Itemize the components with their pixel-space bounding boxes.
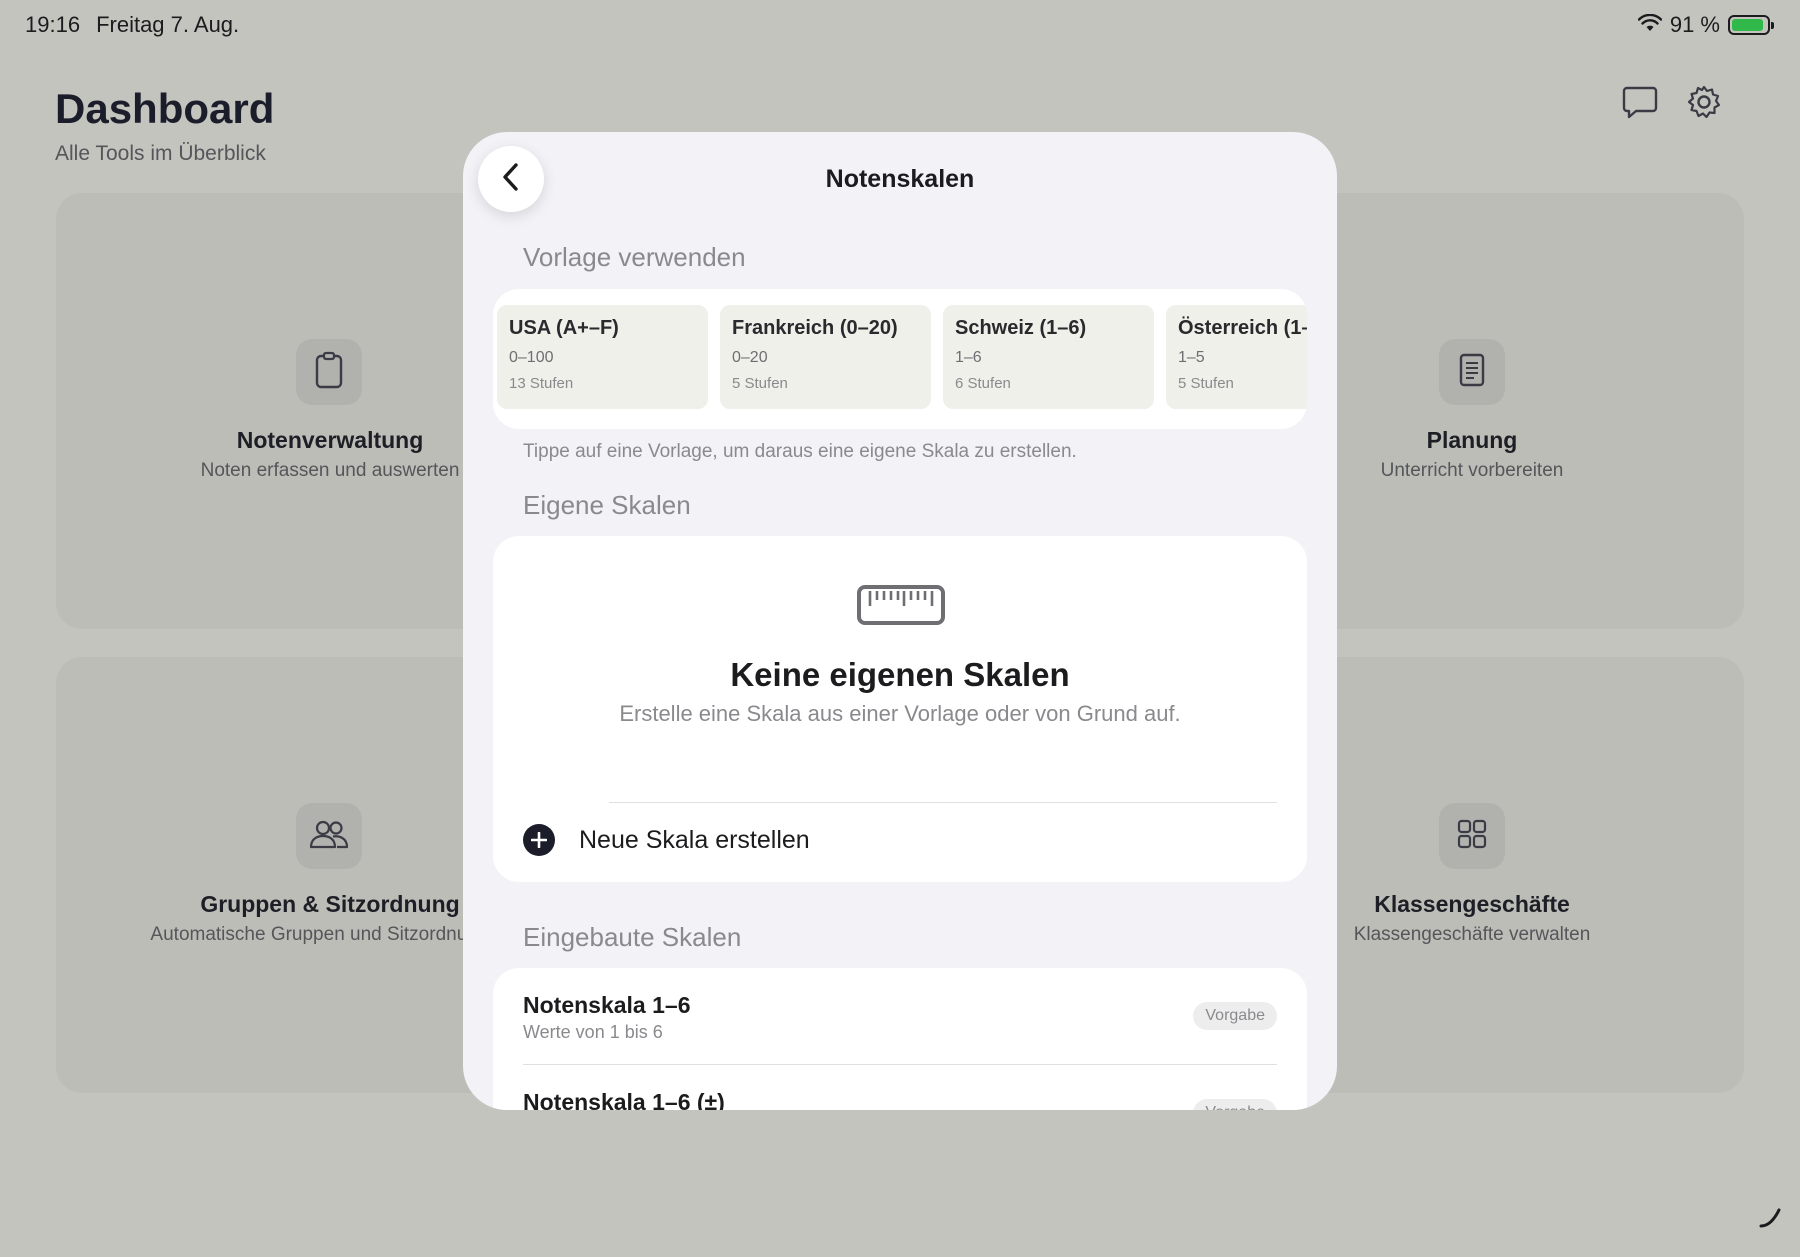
template-range: 0–100	[509, 349, 554, 366]
templates-hint: Tippe auf eine Vorlage, um daraus eine e…	[523, 441, 1077, 462]
status-date: Freitag 7. Aug.	[96, 12, 240, 37]
template-card[interactable]: USA (A+–F) 0–100 13 Stufen	[497, 305, 708, 409]
empty-state-subtitle: Erstelle eine Skala aus einer Vorlage od…	[619, 701, 1181, 726]
battery-icon	[1728, 15, 1774, 35]
status-bar-right: 91 %	[1637, 12, 1774, 38]
new-scale-label: Neue Skala erstellen	[579, 825, 810, 854]
status-bar-left: 19:16 Freitag 7. Aug.	[25, 12, 239, 38]
template-card[interactable]: Frankreich (0–20) 0–20 5 Stufen	[720, 305, 931, 409]
template-name: Schweiz (1–6)	[955, 317, 1087, 339]
template-steps: 5 Stufen	[1178, 375, 1234, 392]
scale-name: Notenskala 1–6 (±)	[523, 1089, 725, 1110]
tile-title: Planung	[1426, 427, 1518, 453]
tile-subtitle: Unterricht vorbereiten	[1380, 460, 1564, 481]
template-range: 1–5	[1178, 349, 1205, 366]
top-toolbar	[1622, 84, 1722, 120]
tile-icon-box	[296, 803, 362, 869]
page-subtitle: Alle Tools im Überblick	[55, 142, 266, 165]
divider	[609, 802, 1277, 803]
template-steps: 13 Stufen	[509, 375, 574, 392]
tile-gruppen[interactable]: Gruppen & Sitzordnung Automatische Grupp…	[56, 657, 516, 1093]
status-badge: Vorgabe	[1193, 1099, 1277, 1110]
section-heading-templates: Vorlage verwenden	[523, 242, 746, 272]
template-steps: 6 Stufen	[955, 375, 1011, 392]
scale-name: Notenskala 1–6	[523, 992, 691, 1018]
chat-icon[interactable]	[1622, 84, 1658, 120]
scale-description: Werte von 1 bis 6	[523, 1022, 663, 1042]
empty-state-title: Keine eigenen Skalen	[730, 656, 1070, 693]
template-name: Frankreich (0–20)	[732, 317, 898, 339]
clipboard-icon	[314, 351, 344, 394]
tile-title: Klassengeschäfte	[1374, 891, 1570, 917]
tile-icon-box	[1439, 339, 1505, 405]
sheet-title: Notenskalen	[825, 165, 975, 193]
template-range: 0–20	[732, 349, 768, 366]
builtin-scales-card: Notenskala 1–6 Werte von 1 bis 6 Vorgabe…	[493, 968, 1307, 1110]
section-heading-builtin: Eingebaute Skalen	[523, 922, 742, 952]
notenskalen-sheet: Notenskalen Vorlage verwenden USA (A+–F)…	[463, 132, 1337, 1110]
tile-notenverwaltung[interactable]: Notenverwaltung Noten erfassen und auswe…	[56, 193, 516, 629]
template-range: 1–6	[955, 349, 982, 366]
tile-icon-box	[296, 339, 362, 405]
battery-percent: 91 %	[1669, 12, 1720, 37]
screen: 19:16 Freitag 7. Aug. 91 % Dashboard All…	[0, 0, 1800, 1257]
tile-klassengeschaefte[interactable]: Klassengeschäfte Klassengeschäfte verwal…	[1284, 657, 1744, 1093]
document-icon	[1457, 352, 1487, 393]
wifi-icon	[1637, 12, 1663, 38]
status-badge: Vorgabe	[1193, 1002, 1277, 1030]
template-card[interactable]: Österreich (1–5) 1–5 5 Stufen	[1166, 305, 1307, 409]
grid-icon	[1456, 818, 1488, 855]
template-name: USA (A+–F)	[509, 317, 619, 339]
section-heading-own: Eigene Skalen	[523, 490, 691, 520]
templates-row: USA (A+–F) 0–100 13 Stufen Frankreich (0…	[497, 305, 1307, 409]
plus-circle-icon	[523, 824, 555, 856]
own-scales-card: Keine eigenen Skalen Erstelle eine Skala…	[493, 536, 1307, 882]
gear-icon[interactable]	[1686, 84, 1722, 120]
template-steps: 5 Stufen	[732, 375, 788, 392]
status-time: 19:16	[25, 12, 81, 37]
tile-planung[interactable]: Planung Unterricht vorbereiten	[1284, 193, 1744, 629]
template-name: Österreich (1–5)	[1178, 317, 1307, 339]
tile-subtitle: Klassengeschäfte verwalten	[1353, 924, 1591, 945]
templates-carousel[interactable]: USA (A+–F) 0–100 13 Stufen Frankreich (0…	[493, 289, 1307, 429]
people-icon	[309, 819, 349, 854]
list-item[interactable]: Notenskala 1–6 (±) Vorgabe	[523, 1065, 1277, 1110]
tile-icon-box	[1439, 803, 1505, 869]
page-title: Dashboard	[55, 85, 275, 132]
ruler-icon	[857, 584, 945, 631]
new-scale-button[interactable]: Neue Skala erstellen	[523, 824, 810, 856]
pencil-cursor-icon	[1758, 1206, 1782, 1235]
list-item[interactable]: Notenskala 1–6 Werte von 1 bis 6 Vorgabe	[523, 968, 1277, 1064]
template-card[interactable]: Schweiz (1–6) 1–6 6 Stufen	[943, 305, 1154, 409]
